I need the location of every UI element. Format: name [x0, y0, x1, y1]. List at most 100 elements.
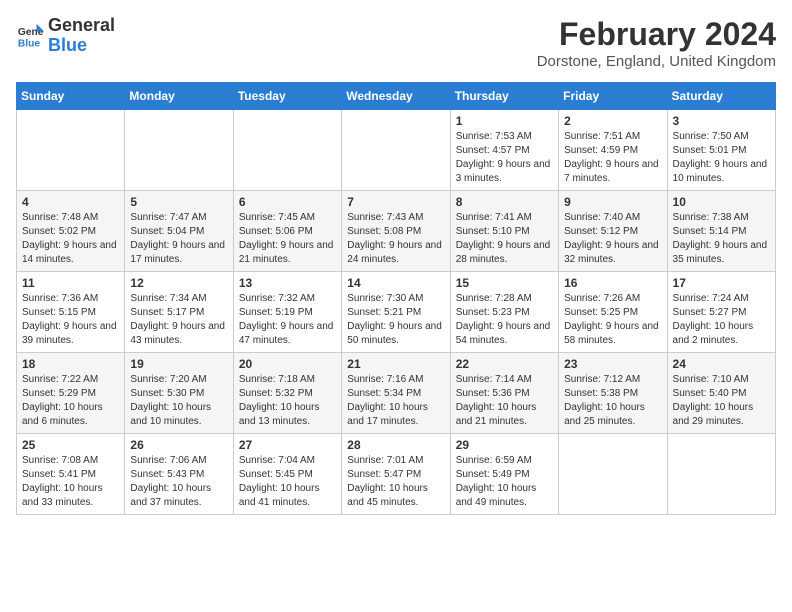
calendar-cell: 18 Sunrise: 7:22 AM Sunset: 5:29 PM Dayli… [17, 353, 125, 434]
calendar-cell: 11 Sunrise: 7:36 AM Sunset: 5:15 PM Dayli… [17, 272, 125, 353]
day-info: Sunrise: 7:20 AM Sunset: 5:30 PM Dayligh… [130, 373, 227, 429]
calendar-cell: 25Sunrise: 7:08 AM Sunset: 5:41 PM Dayli… [17, 434, 125, 515]
day-info: Sunrise: 7:47 AM Sunset: 5:04 PM Dayligh… [130, 211, 227, 267]
header: General Blue General Blue February 2024 … [16, 16, 776, 70]
weekday-header: Monday [125, 83, 233, 110]
calendar-cell: 3 Sunrise: 7:50 AM Sunset: 5:01 PM Daylig… [667, 110, 775, 191]
calendar-week-row: 18 Sunrise: 7:22 AM Sunset: 5:29 PM Dayli… [17, 353, 776, 434]
day-number: 8 [456, 195, 553, 209]
calendar-cell: 10Sunrise: 7:38 AM Sunset: 5:14 PM Dayli… [667, 191, 775, 272]
day-info: Sunrise: 7:24 AM Sunset: 5:27 PM Dayligh… [673, 292, 770, 348]
calendar-cell: 20 Sunrise: 7:18 AM Sunset: 5:32 PM Dayli… [233, 353, 341, 434]
day-number: 19 [130, 357, 227, 371]
calendar-cell: 2 Sunrise: 7:51 AM Sunset: 4:59 PM Daylig… [559, 110, 667, 191]
day-number: 29 [456, 438, 553, 452]
day-number: 15 [456, 276, 553, 290]
day-number: 24 [673, 357, 770, 371]
calendar-cell [342, 110, 450, 191]
calendar-week-row: 11 Sunrise: 7:36 AM Sunset: 5:15 PM Dayli… [17, 272, 776, 353]
day-info: Sunrise: 7:06 AM Sunset: 5:43 PM Dayligh… [130, 454, 227, 510]
logo-general: General [48, 16, 115, 36]
day-number: 16 [564, 276, 661, 290]
day-info: Sunrise: 7:10 AM Sunset: 5:40 PM Dayligh… [673, 373, 770, 429]
calendar-cell: 5 Sunrise: 7:47 AM Sunset: 5:04 PM Daylig… [125, 191, 233, 272]
logo-icon: General Blue [16, 22, 44, 50]
calendar-cell: 13 Sunrise: 7:32 AM Sunset: 5:19 PM Dayli… [233, 272, 341, 353]
day-info: Sunrise: 7:28 AM Sunset: 5:23 PM Dayligh… [456, 292, 553, 348]
day-info: Sunrise: 7:40 AM Sunset: 5:12 PM Dayligh… [564, 211, 661, 267]
day-info: Sunrise: 7:32 AM Sunset: 5:19 PM Dayligh… [239, 292, 336, 348]
day-number: 22 [456, 357, 553, 371]
weekday-header: Saturday [667, 83, 775, 110]
day-number: 14 [347, 276, 444, 290]
calendar-cell: 4 Sunrise: 7:48 AM Sunset: 5:02 PM Daylig… [17, 191, 125, 272]
location-title: Dorstone, England, United Kingdom [537, 53, 776, 70]
calendar-cell: 7 Sunrise: 7:43 AM Sunset: 5:08 PM Daylig… [342, 191, 450, 272]
day-info: Sunrise: 7:34 AM Sunset: 5:17 PM Dayligh… [130, 292, 227, 348]
calendar-cell: 29 Sunrise: 6:59 AM Sunset: 5:49 PM Dayli… [450, 434, 558, 515]
day-number: 2 [564, 114, 661, 128]
day-info: Sunrise: 7:48 AM Sunset: 5:02 PM Dayligh… [22, 211, 119, 267]
day-info: Sunrise: 7:43 AM Sunset: 5:08 PM Dayligh… [347, 211, 444, 267]
calendar-week-row: 1Sunrise: 7:53 AM Sunset: 4:57 PM Daylig… [17, 110, 776, 191]
day-number: 13 [239, 276, 336, 290]
calendar-week-row: 4 Sunrise: 7:48 AM Sunset: 5:02 PM Daylig… [17, 191, 776, 272]
day-number: 4 [22, 195, 119, 209]
calendar-cell: 26 Sunrise: 7:06 AM Sunset: 5:43 PM Dayli… [125, 434, 233, 515]
calendar-cell: 19 Sunrise: 7:20 AM Sunset: 5:30 PM Dayli… [125, 353, 233, 434]
calendar-cell: 27Sunrise: 7:04 AM Sunset: 5:45 PM Dayli… [233, 434, 341, 515]
day-info: Sunrise: 7:50 AM Sunset: 5:01 PM Dayligh… [673, 130, 770, 186]
day-number: 9 [564, 195, 661, 209]
day-number: 10 [673, 195, 770, 209]
day-number: 18 [22, 357, 119, 371]
day-number: 7 [347, 195, 444, 209]
calendar-cell: 23Sunrise: 7:12 AM Sunset: 5:38 PM Dayli… [559, 353, 667, 434]
day-info: Sunrise: 7:45 AM Sunset: 5:06 PM Dayligh… [239, 211, 336, 267]
day-number: 20 [239, 357, 336, 371]
calendar-body: 1Sunrise: 7:53 AM Sunset: 4:57 PM Daylig… [17, 110, 776, 515]
day-number: 6 [239, 195, 336, 209]
day-number: 12 [130, 276, 227, 290]
calendar-cell: 12 Sunrise: 7:34 AM Sunset: 5:17 PM Dayli… [125, 272, 233, 353]
weekday-header: Sunday [17, 83, 125, 110]
day-info: Sunrise: 7:36 AM Sunset: 5:15 PM Dayligh… [22, 292, 119, 348]
day-info: Sunrise: 7:41 AM Sunset: 5:10 PM Dayligh… [456, 211, 553, 267]
calendar-cell: 9 Sunrise: 7:40 AM Sunset: 5:12 PM Daylig… [559, 191, 667, 272]
calendar-cell: 14Sunrise: 7:30 AM Sunset: 5:21 PM Dayli… [342, 272, 450, 353]
calendar-week-row: 25Sunrise: 7:08 AM Sunset: 5:41 PM Dayli… [17, 434, 776, 515]
day-number: 26 [130, 438, 227, 452]
calendar-cell: 22Sunrise: 7:14 AM Sunset: 5:36 PM Dayli… [450, 353, 558, 434]
day-info: Sunrise: 6:59 AM Sunset: 5:49 PM Dayligh… [456, 454, 553, 510]
calendar-cell [125, 110, 233, 191]
calendar-cell: 8 Sunrise: 7:41 AM Sunset: 5:10 PM Daylig… [450, 191, 558, 272]
svg-text:Blue: Blue [18, 38, 41, 49]
calendar-table: SundayMondayTuesdayWednesdayThursdayFrid… [16, 82, 776, 515]
day-info: Sunrise: 7:26 AM Sunset: 5:25 PM Dayligh… [564, 292, 661, 348]
calendar-header: SundayMondayTuesdayWednesdayThursdayFrid… [17, 83, 776, 110]
day-number: 23 [564, 357, 661, 371]
day-info: Sunrise: 7:16 AM Sunset: 5:34 PM Dayligh… [347, 373, 444, 429]
calendar-cell: 21 Sunrise: 7:16 AM Sunset: 5:34 PM Dayli… [342, 353, 450, 434]
calendar-cell [559, 434, 667, 515]
weekday-header: Tuesday [233, 83, 341, 110]
day-info: Sunrise: 7:51 AM Sunset: 4:59 PM Dayligh… [564, 130, 661, 186]
day-info: Sunrise: 7:18 AM Sunset: 5:32 PM Dayligh… [239, 373, 336, 429]
day-number: 5 [130, 195, 227, 209]
day-info: Sunrise: 7:22 AM Sunset: 5:29 PM Dayligh… [22, 373, 119, 429]
day-info: Sunrise: 7:08 AM Sunset: 5:41 PM Dayligh… [22, 454, 119, 510]
day-number: 17 [673, 276, 770, 290]
title-block: February 2024 Dorstone, England, United … [537, 16, 776, 70]
calendar-cell: 1Sunrise: 7:53 AM Sunset: 4:57 PM Daylig… [450, 110, 558, 191]
calendar-cell [17, 110, 125, 191]
day-number: 21 [347, 357, 444, 371]
calendar-cell [233, 110, 341, 191]
month-title: February 2024 [537, 16, 776, 53]
day-info: Sunrise: 7:01 AM Sunset: 5:47 PM Dayligh… [347, 454, 444, 510]
calendar-cell: 24 Sunrise: 7:10 AM Sunset: 5:40 PM Dayli… [667, 353, 775, 434]
day-number: 1 [456, 114, 553, 128]
calendar-cell: 6 Sunrise: 7:45 AM Sunset: 5:06 PM Daylig… [233, 191, 341, 272]
weekday-header: Thursday [450, 83, 558, 110]
day-number: 3 [673, 114, 770, 128]
logo-blue: Blue [48, 36, 115, 56]
day-number: 11 [22, 276, 119, 290]
